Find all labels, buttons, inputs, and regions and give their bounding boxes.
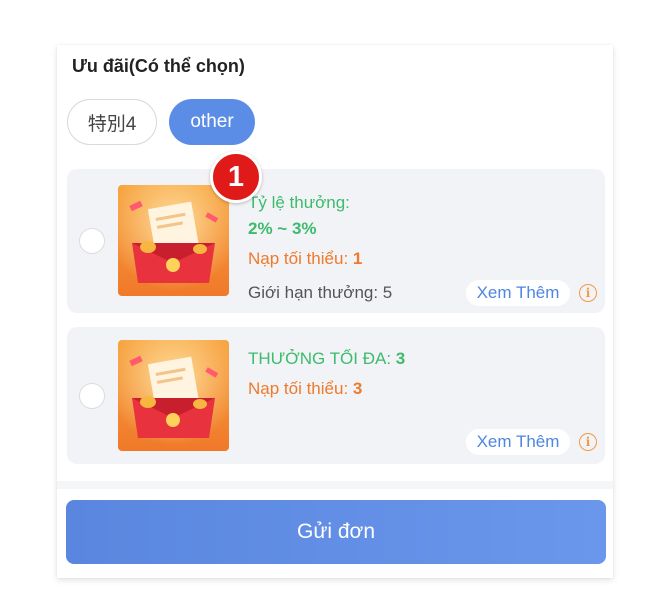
tab-special-4[interactable]: 特別4 — [67, 99, 157, 145]
max-bonus-label: THƯỞNG TỐI ĐA: — [248, 349, 396, 368]
promotion-panel: Ưu đãi(Có thể chọn) 特別4 other 1 Tỷ lệ th… — [57, 45, 613, 578]
bonus-limit-label: Giới hạn thưởng: — [248, 283, 383, 302]
info-icon[interactable]: i — [579, 284, 597, 302]
view-more-button[interactable]: Xem Thêm — [466, 429, 570, 455]
min-deposit-line: Nạp tối thiểu: 1 — [248, 249, 362, 269]
section-title: Ưu đãi(Có thể chọn) — [72, 56, 245, 76]
bonus-rate-label: Tỷ lệ thưởng: — [248, 193, 350, 212]
select-radio[interactable] — [79, 228, 105, 254]
max-bonus-line: THƯỞNG TỐI ĐA: 3 — [248, 349, 405, 369]
info-icon[interactable]: i — [579, 433, 597, 451]
promotion-card[interactable]: THƯỞNG TỐI ĐA: 3 Nạp tối thiểu: 3 Xem Th… — [67, 327, 605, 464]
view-more-button[interactable]: Xem Thêm — [466, 280, 570, 306]
bonus-limit-line: Giới hạn thưởng: 5 — [248, 283, 392, 303]
max-bonus-value: 3 — [395, 349, 406, 368]
min-deposit-label: Nạp tối thiểu: — [248, 249, 353, 268]
submit-button[interactable]: Gửi đơn — [66, 500, 606, 564]
promotion-card[interactable]: Tỷ lệ thưởng: 2% ~ 3% Nạp tối thiểu: 1 G… — [67, 169, 605, 313]
step-number-badge: 1 — [210, 151, 262, 203]
bonus-limit-value: 5 — [382, 283, 393, 302]
gift-envelope-icon — [118, 185, 229, 296]
tab-other[interactable]: other — [169, 99, 255, 145]
min-deposit-label: Nạp tối thiểu: — [248, 379, 353, 398]
min-deposit-value: 1 — [352, 249, 363, 268]
bonus-rate-value: 2% ~ 3% — [248, 219, 317, 238]
min-deposit-value: 3 — [352, 379, 363, 398]
divider — [57, 481, 613, 489]
gift-envelope-icon — [118, 340, 229, 451]
min-deposit-line: Nạp tối thiểu: 3 — [248, 379, 362, 399]
select-radio[interactable] — [79, 382, 105, 409]
